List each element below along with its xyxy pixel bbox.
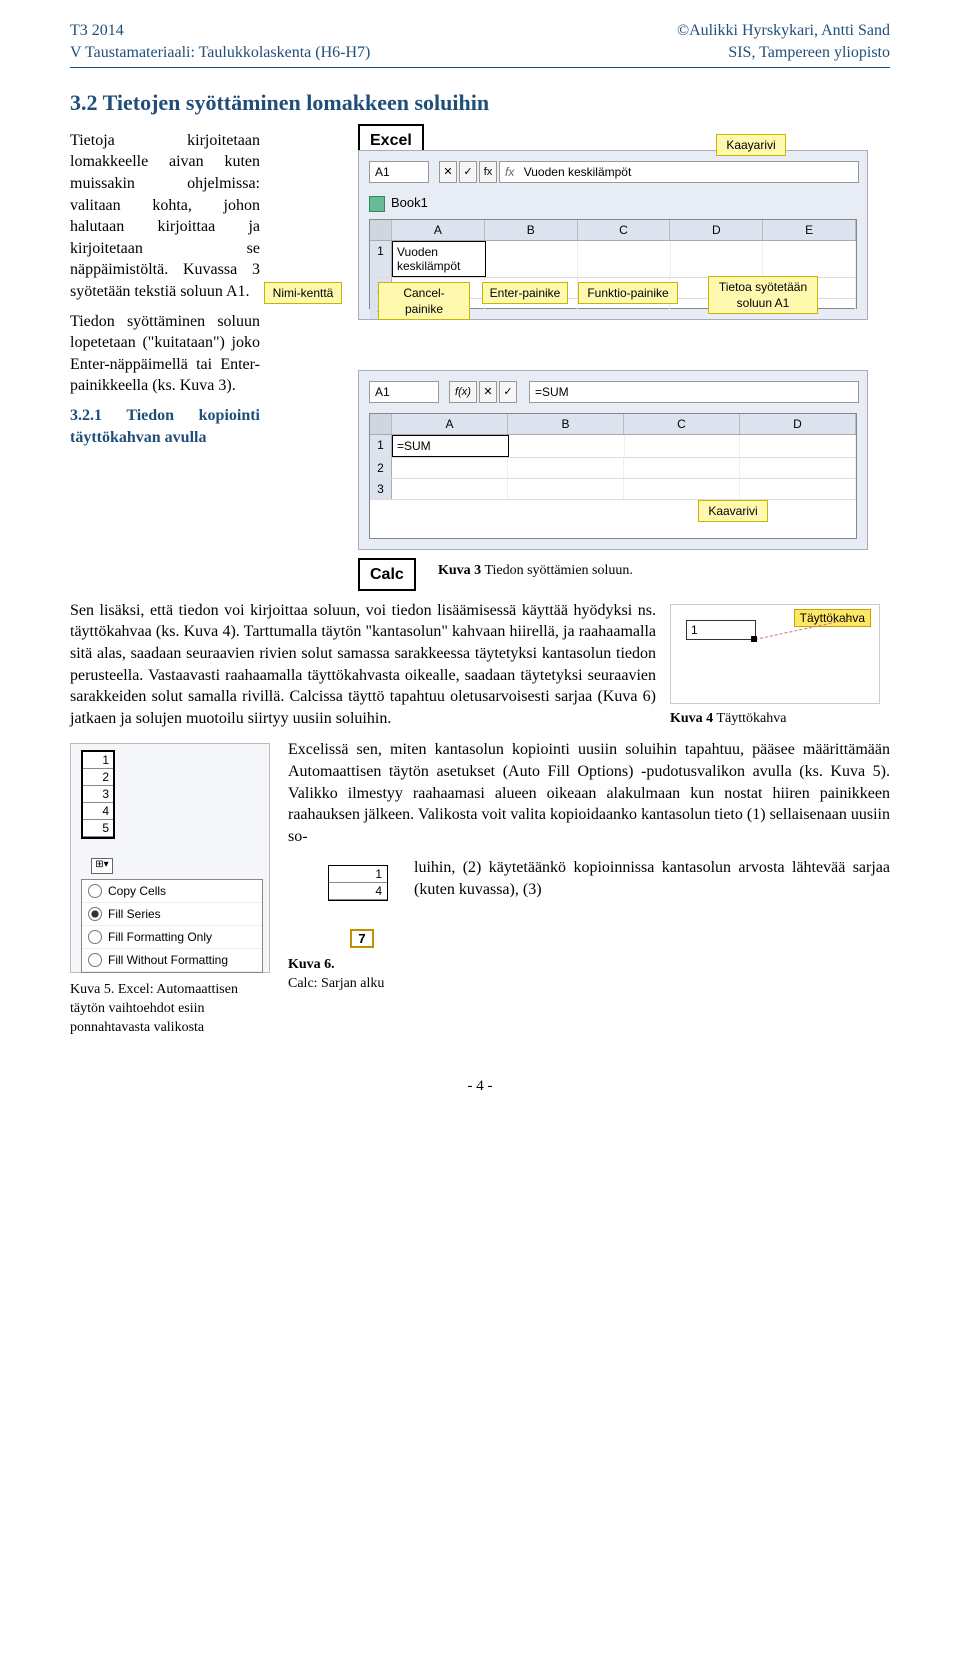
- series-cells: 1 2 3 4 5: [81, 750, 115, 839]
- excel-col-headers: A B C D E: [370, 220, 856, 241]
- calc-formula-bar[interactable]: =SUM: [529, 381, 859, 403]
- body-para-1: Tietoja kirjoitetaan lomakkeelle aivan k…: [70, 130, 260, 303]
- menu-item-copy-cells[interactable]: Copy Cells: [82, 880, 262, 903]
- menu-item-fill-without[interactable]: Fill Without Formatting: [82, 949, 262, 972]
- callout-tietoa: Tietoa syötetään soluun A1: [708, 276, 818, 314]
- fill-demo-cell[interactable]: 1: [686, 620, 756, 640]
- figure-4-caption: Kuva 4 Täyttökahva: [670, 710, 890, 729]
- excel-formula-text: Vuoden keskilämpöt: [524, 165, 632, 179]
- header-left-1: T3 2014: [70, 20, 370, 42]
- calc-cancel-icon[interactable]: ✕: [479, 381, 497, 403]
- calc-enter-icon[interactable]: ✓: [499, 381, 517, 403]
- header-left-2: V Taustamateriaali: Taulukkolaskenta (H6…: [70, 42, 370, 64]
- section-title: 3.2 Tietojen syöttäminen lomakkeen solui…: [70, 88, 890, 118]
- excel-name-box[interactable]: A1: [369, 161, 429, 183]
- menu-item-fill-formatting[interactable]: Fill Formatting Only: [82, 926, 262, 949]
- series-next-value: 7: [350, 929, 374, 948]
- figure-6: 1 4 7 Kuva 6. Calc: Sarjan alku: [288, 865, 398, 994]
- arrow-icon: [751, 613, 861, 643]
- workbook-icon: [369, 196, 385, 212]
- table-row: 1 Vuoden keskilämpöt: [370, 241, 856, 278]
- calc-label-box: Calc: [358, 558, 416, 592]
- header-right-1: ©Aulikki Hyrskykari, Antti Sand: [677, 20, 890, 42]
- figure-3-caption: Kuva 3 Kuva 3 Tiedon syöttämien soluun.T…: [438, 562, 633, 581]
- excel-cancel-icon[interactable]: ✕: [439, 161, 457, 183]
- figure-6-caption: Kuva 6. Calc: Sarjan alku: [288, 956, 398, 994]
- callout-funktio: Funktio-painike: [578, 282, 678, 304]
- callout-nimi: Nimi-kenttä: [264, 282, 342, 304]
- calc-col-headers: A B C D: [370, 414, 856, 435]
- calc-fx-icon[interactable]: f(x): [449, 381, 477, 403]
- excel-fx-icon[interactable]: fx: [479, 161, 497, 183]
- callout-enter: Enter-painike: [482, 282, 568, 304]
- callout-cancel: Cancel-painike: [378, 282, 470, 320]
- subsection-title: 3.2.1 Tiedon kopiointi täyttökahvan avul…: [70, 405, 260, 448]
- table-row: 1 =SUM: [370, 435, 856, 458]
- menu-item-fill-series[interactable]: Fill Series: [82, 903, 262, 926]
- autofill-options-icon[interactable]: ⊞▾: [91, 858, 113, 874]
- header-divider: [70, 67, 890, 68]
- table-row: 3: [370, 479, 856, 500]
- left-text-column: Tietoja kirjoitetaan lomakkeelle aivan k…: [70, 130, 260, 600]
- calc-name-box[interactable]: A1: [369, 381, 439, 403]
- workbook-name: Book1: [391, 195, 428, 210]
- figure-4: 1 Täyttökahva Kuva 4 Täyttökahva: [670, 604, 890, 729]
- figure-5: 1 2 3 4 5 ⊞▾ Copy Cells Fill Series Fill…: [70, 743, 270, 1038]
- excel-enter-icon[interactable]: ✓: [459, 161, 477, 183]
- calc-formula-text: =SUM: [535, 385, 569, 399]
- figure-3-diagram: Excel A1 ✕ ✓ fx fx Vuoden keskilämpöt Bo…: [268, 130, 890, 600]
- fx-icon: fx: [505, 165, 514, 179]
- body-para-2: Tiedon syöttäminen soluun lopetetaan ("k…: [70, 311, 260, 397]
- callout-kaavarivi: Kaavarivi: [698, 500, 768, 522]
- figure-5-caption: Kuva 5. Excel: Automaattisen täytön vaih…: [70, 981, 270, 1038]
- autofill-menu: Copy Cells Fill Series Fill Formatting O…: [81, 879, 263, 973]
- page-number: - 4 -: [70, 1076, 890, 1096]
- excel-formula-bar[interactable]: fx Vuoden keskilämpöt: [499, 161, 859, 183]
- calc-grid[interactable]: A B C D 1 =SUM 2 3: [369, 413, 857, 539]
- calc-series-cells: 1 4: [328, 865, 388, 901]
- page-header: T3 2014 V Taustamateriaali: Taulukkolask…: [70, 20, 890, 63]
- callout-kaayarivi: Kaayarivi: [716, 134, 786, 156]
- table-row: 2: [370, 458, 856, 479]
- header-right-2: SIS, Tampereen yliopisto: [677, 42, 890, 64]
- calc-screenshot: A1 f(x) ✕ ✓ =SUM A B C D: [358, 370, 868, 550]
